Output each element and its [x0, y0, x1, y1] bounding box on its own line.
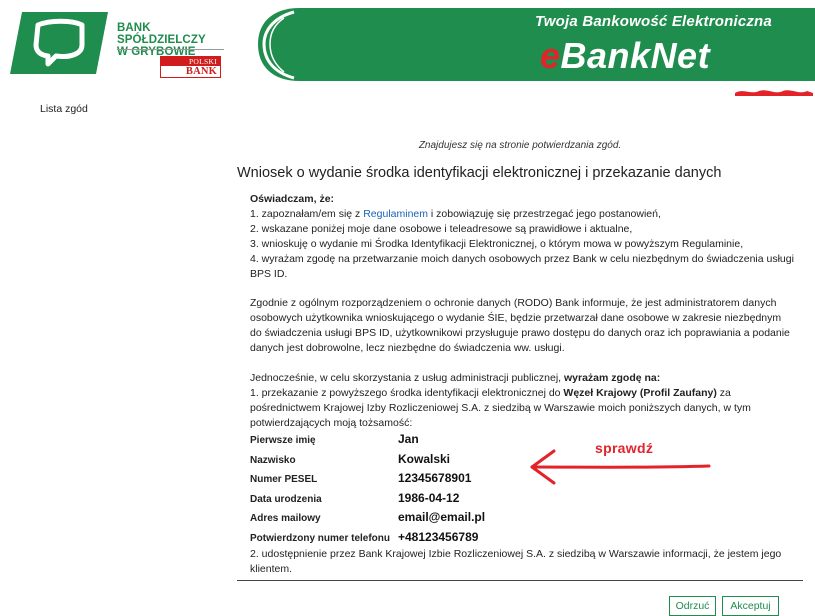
polski-bank-top: POLSKI [161, 57, 220, 66]
rodo-info: Zgodnie z ogólnym rozporządzeniem o ochr… [250, 297, 790, 354]
declaration-item-4: 4. wyrażam zgodę na przetwarzanie moich … [250, 253, 794, 280]
consent-intro-bold: wyrażam zgodę na: [563, 372, 661, 384]
declaration-1-text: 1. zapoznałam/em się z [250, 208, 364, 220]
declaration-item-1: 1. zapoznałam/em się z Regulaminem i zob… [250, 207, 795, 222]
accept-button[interactable]: Akceptuj [722, 596, 779, 616]
field-value: Kowalski [398, 451, 451, 466]
field-label: Numer PESEL [250, 474, 318, 485]
polski-bank-logo: POLSKI BANK [160, 56, 221, 78]
consent-1-text: 1. przekazanie z powyższego środka ident… [250, 387, 564, 399]
field-label: Adres mailowy [250, 513, 321, 524]
consent-item-2: 2. udostępnienie przez Bank Krajowej Izb… [250, 548, 782, 575]
field-value: 12345678901 [398, 471, 472, 485]
polski-bank-bottom: BANK [185, 66, 217, 77]
bank-name-line1: BANK SPÓŁDZIELCZY [117, 22, 206, 46]
field-label: Data urodzenia [250, 493, 322, 505]
field-value: email@email.pl [398, 510, 486, 524]
bank-logo [10, 12, 108, 74]
page-title: Wniosek o wydanie środka identyfikacji e… [237, 165, 722, 181]
red-decoration-mark [735, 90, 813, 96]
banner-tagline: Twoja Bankowość Elektroniczna [535, 13, 772, 30]
consent-intro: Jednocześnie, w celu skorzystania z usłu… [250, 371, 795, 386]
content-divider [237, 580, 803, 581]
field-value: +48123456789 [398, 529, 479, 544]
declaration-1-text-end: i zobowiązuję się przestrzegać jego post… [428, 208, 661, 220]
brand-e: e [540, 35, 561, 76]
field-row: Adres mailowy email@email.pl [250, 509, 650, 529]
field-value: 1986-04-12 [398, 490, 460, 505]
consent-block: Jednocześnie, w celu skorzystania z usłu… [250, 371, 795, 431]
reject-button[interactable]: Odrzuć [669, 596, 716, 616]
field-label: Pierwsze imię [250, 435, 316, 446]
bank-name-divider [117, 49, 224, 50]
declaration-item-2: 2. wskazane poniżej moje dane osobowe i … [250, 223, 633, 235]
declaration-block: Oświadczam, że: 1. zapoznałam/em się z R… [250, 192, 795, 282]
declaration-item-3: 3. wnioskuję o wydanie mi Środka Identyf… [250, 238, 744, 250]
field-label: Nazwisko [250, 454, 296, 466]
regulamin-link[interactable]: Regulaminem [363, 208, 428, 220]
bank-name: BANK SPÓŁDZIELCZY W GRYBOWIE [117, 22, 225, 58]
field-row: Potwierdzony numer telefonu +48123456789 [250, 529, 650, 549]
sidebar-item-lista-zgod[interactable]: Lista zgód [40, 103, 88, 115]
ebanknet-logo: eBankNet [540, 36, 710, 76]
consent-item-1: 1. przekazanie z powyższego środka ident… [250, 386, 795, 431]
consent-1-target: Węzeł Krajowy (Profil Zaufany) [563, 387, 717, 399]
field-value: Jan [398, 432, 419, 446]
field-row: Data urodzenia 1986-04-12 [250, 490, 650, 510]
declaration-heading: Oświadczam, że: [250, 193, 335, 205]
location-info: Znajdujesz się na stronie potwierdzania … [418, 140, 622, 151]
field-label: Potwierdzony numer telefonu [250, 532, 391, 544]
arrow-left-icon [530, 449, 711, 485]
brand-rest: BankNet [560, 35, 711, 76]
consent-intro-text: Jednocześnie, w celu skorzystania z usłu… [250, 372, 564, 384]
